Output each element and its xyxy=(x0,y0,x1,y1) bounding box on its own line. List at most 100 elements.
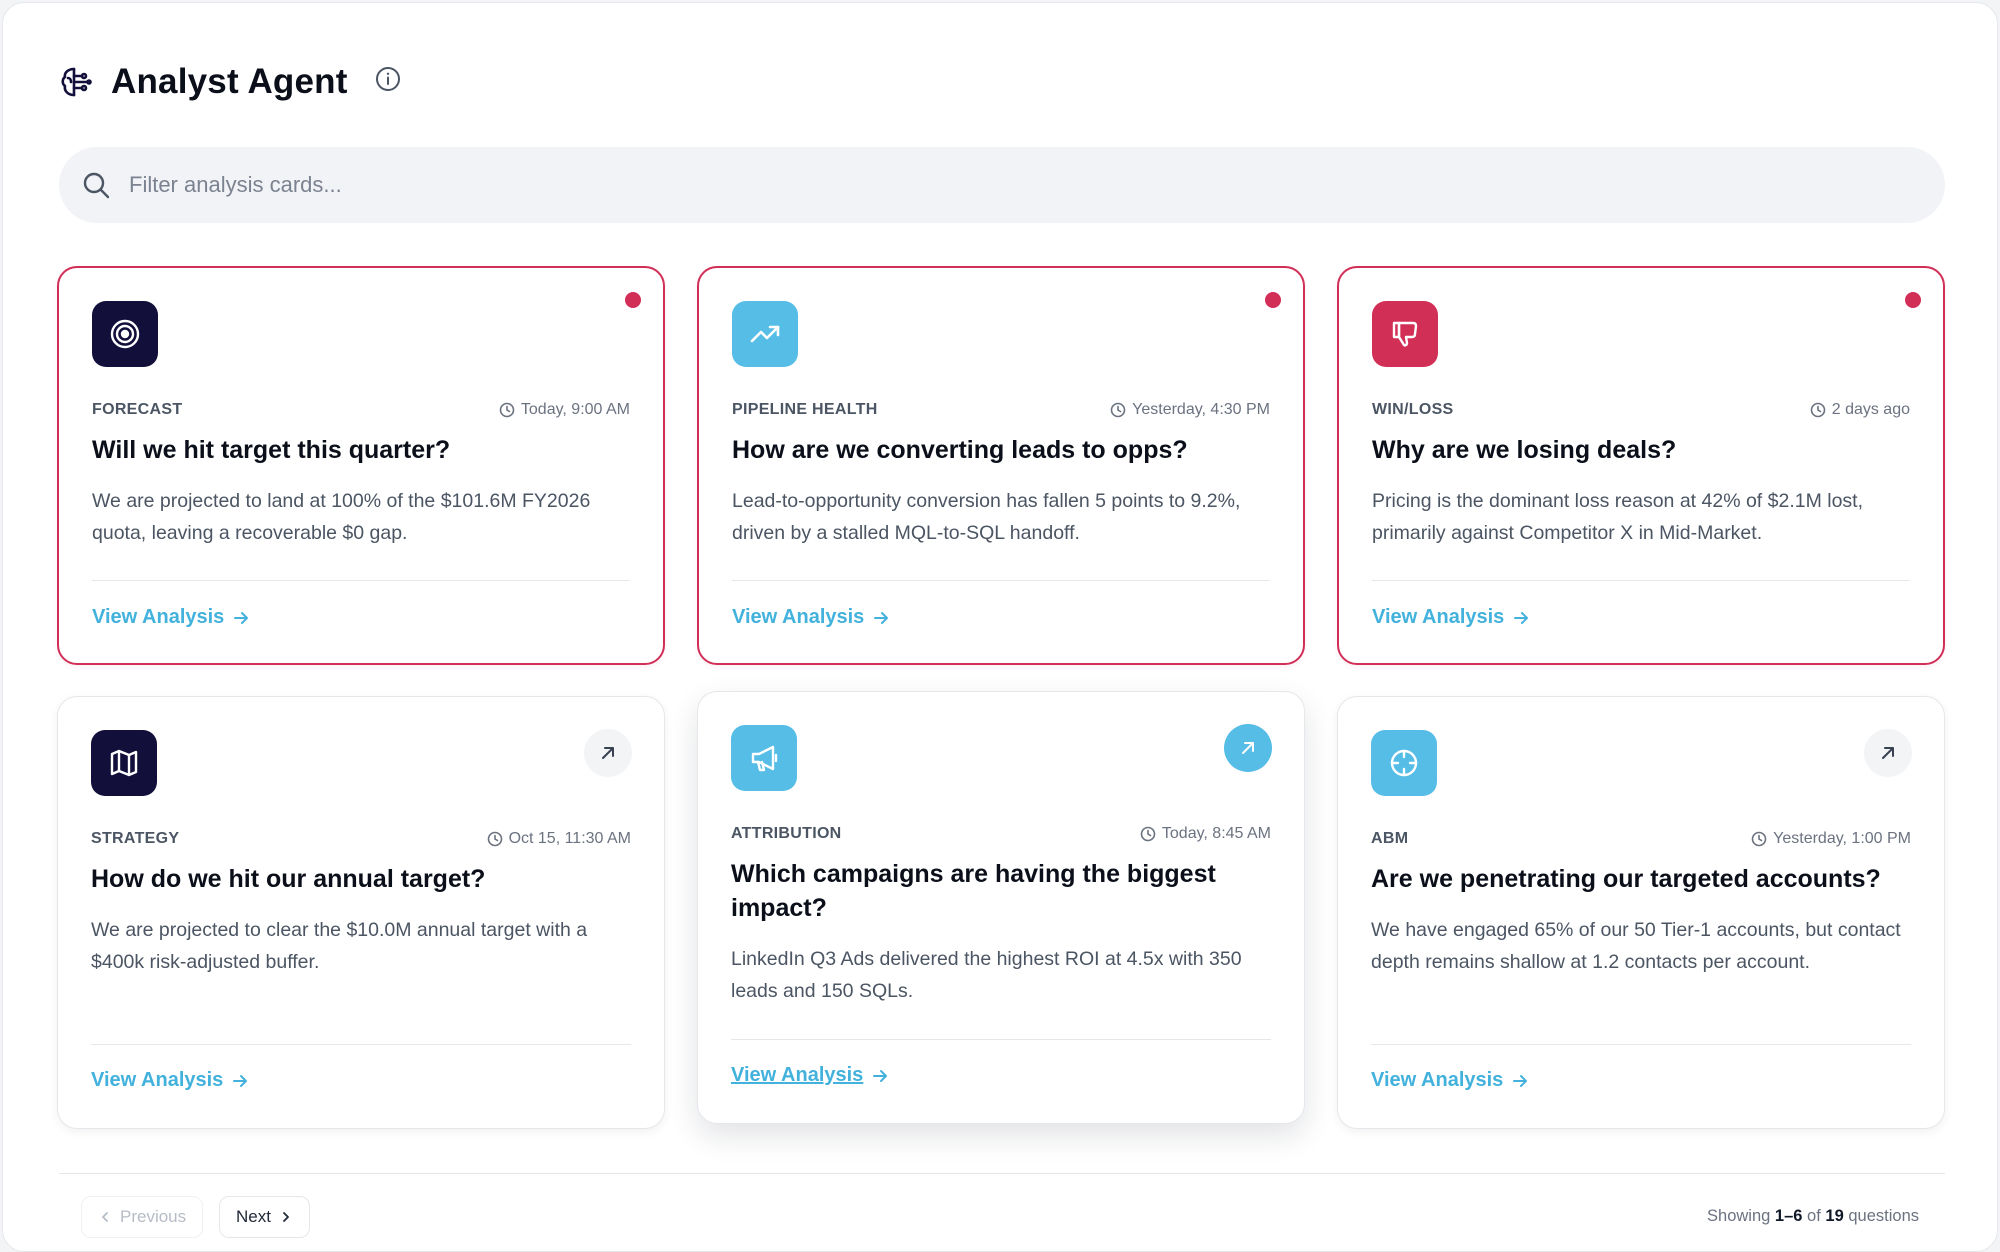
arrow-right-icon xyxy=(873,1069,888,1082)
card-description: LinkedIn Q3 Ads delivered the highest RO… xyxy=(731,948,1242,1002)
clock-icon xyxy=(499,402,515,418)
open-card-button[interactable] xyxy=(1864,729,1912,777)
card-category: WIN/LOSS xyxy=(1372,401,1454,418)
card-divider xyxy=(92,580,630,581)
view-analysis-link[interactable]: View Analysis xyxy=(92,606,250,629)
arrow-right-icon xyxy=(1513,1074,1528,1087)
analysis-card-win-loss[interactable]: WIN/LOSS 2 days ago Why are we losing de… xyxy=(1337,266,1945,665)
card-icon-tile xyxy=(731,725,797,791)
card-timestamp: Today, 9:00 AM xyxy=(499,401,630,419)
view-analysis-link[interactable]: View Analysis xyxy=(1372,606,1530,629)
card-description: Pricing is the dominant loss reason at 4… xyxy=(1372,490,1864,544)
card-title: Why are we losing deals? xyxy=(1372,436,1677,464)
view-analysis-label: View Analysis xyxy=(732,606,865,628)
card-description: Lead-to-opportunity conversion has falle… xyxy=(732,490,1241,544)
view-analysis-label: View Analysis xyxy=(1371,1069,1504,1091)
card-timestamp: 2 days ago xyxy=(1810,401,1910,419)
clock-icon xyxy=(1810,402,1826,418)
unread-indicator xyxy=(1905,292,1921,308)
next-page-button[interactable]: Next xyxy=(219,1196,310,1238)
card-timestamp: Yesterday, 4:30 PM xyxy=(1110,401,1270,419)
clock-icon xyxy=(1751,831,1767,847)
previous-page-button[interactable]: Previous xyxy=(81,1196,204,1238)
card-title: How do we hit our annual target? xyxy=(91,865,486,893)
arrow-up-right-icon xyxy=(602,747,614,759)
view-analysis-label: View Analysis xyxy=(1372,606,1505,628)
search-input[interactable] xyxy=(129,147,1945,223)
card-icon-tile xyxy=(92,301,158,367)
card-meta: STRATEGY Oct 15, 11:30 AM xyxy=(91,830,631,848)
card-meta: ATTRIBUTION Today, 8:45 AM xyxy=(731,825,1271,843)
showing-of: of xyxy=(1807,1207,1821,1225)
card-divider xyxy=(91,1044,631,1045)
view-analysis-label: View Analysis xyxy=(92,606,225,628)
card-meta: ABM Yesterday, 1:00 PM xyxy=(1371,830,1911,848)
card-category: PIPELINE HEALTH xyxy=(732,401,878,418)
open-card-button[interactable] xyxy=(1224,724,1272,772)
card-category: ATTRIBUTION xyxy=(731,825,842,842)
view-analysis-label: View Analysis xyxy=(731,1064,864,1086)
card-icon-tile xyxy=(1372,301,1438,367)
analysis-card-strategy[interactable]: STRATEGY Oct 15, 11:30 AM How do we hit … xyxy=(57,696,665,1129)
clock-icon xyxy=(1140,826,1156,842)
card-divider xyxy=(1372,580,1910,581)
card-title: How are we converting leads to opps? xyxy=(732,436,1188,464)
view-analysis-link[interactable]: View Analysis xyxy=(731,1064,889,1087)
info-icon[interactable] xyxy=(374,65,402,93)
clock-icon xyxy=(1110,402,1126,418)
crosshair-icon xyxy=(1390,749,1418,777)
card-category: STRATEGY xyxy=(91,830,180,847)
card-divider xyxy=(732,580,1270,581)
footer-divider xyxy=(59,1173,1945,1174)
card-timestamp: Oct 15, 11:30 AM xyxy=(487,830,631,848)
brain-icon xyxy=(61,67,92,97)
clock-icon xyxy=(487,831,502,847)
open-card-button[interactable] xyxy=(584,729,632,777)
card-time-text: 2 days ago xyxy=(1831,401,1910,418)
thumbs-down-icon xyxy=(1392,321,1418,347)
results-summary: Showing 1–6 of 19 questions xyxy=(1707,1207,1919,1226)
analysis-card-pipeline-health[interactable]: PIPELINE HEALTH Yesterday, 4:30 PM How a… xyxy=(697,266,1305,665)
card-time-text: Yesterday, 1:00 PM xyxy=(1773,830,1911,847)
showing-range: 1–6 xyxy=(1774,1207,1803,1225)
arrow-right-icon xyxy=(233,1074,248,1087)
card-meta: WIN/LOSS 2 days ago xyxy=(1372,401,1910,419)
view-analysis-link[interactable]: View Analysis xyxy=(1371,1069,1529,1092)
trending-up-icon xyxy=(750,325,780,343)
megaphone-icon xyxy=(751,745,778,772)
card-timestamp: Today, 8:45 AM xyxy=(1140,825,1271,843)
search-icon xyxy=(83,172,110,199)
analysis-card-forecast[interactable]: FORECAST Today, 9:00 AM Will we hit targ… xyxy=(57,266,665,665)
card-meta: PIPELINE HEALTH Yesterday, 4:30 PM xyxy=(732,401,1270,419)
card-description: We have engaged 65% of our 50 Tier-1 acc… xyxy=(1371,919,1901,973)
card-time-text: Today, 8:45 AM xyxy=(1161,825,1271,842)
showing-total: 19 xyxy=(1825,1207,1844,1225)
chevron-right-icon xyxy=(283,1212,289,1222)
card-title: Will we hit target this quarter? xyxy=(92,436,451,464)
view-analysis-link[interactable]: View Analysis xyxy=(91,1069,249,1092)
card-time-text: Yesterday, 4:30 PM xyxy=(1132,401,1270,418)
search-bar[interactable] xyxy=(59,147,1945,223)
card-divider xyxy=(731,1039,1271,1040)
card-category: FORECAST xyxy=(92,401,183,418)
arrow-up-right-icon xyxy=(1882,747,1894,759)
analysis-card-attribution[interactable]: ATTRIBUTION Today, 8:45 AM Which campaig… xyxy=(697,691,1305,1124)
view-analysis-link[interactable]: View Analysis xyxy=(732,606,890,629)
unread-indicator xyxy=(625,292,641,308)
map-icon xyxy=(110,749,138,777)
showing-prefix: Showing xyxy=(1707,1207,1771,1225)
main-panel: Analyst Agent FORECAST Today, 9:00 AM xyxy=(2,2,1998,1252)
card-icon-tile xyxy=(732,301,798,367)
card-description: We are projected to clear the $10.0M ann… xyxy=(91,919,588,973)
showing-suffix: questions xyxy=(1848,1207,1919,1225)
view-analysis-label: View Analysis xyxy=(91,1069,224,1091)
arrow-up-right-icon xyxy=(1242,742,1254,754)
card-timestamp: Yesterday, 1:00 PM xyxy=(1751,830,1911,848)
card-time-text: Oct 15, 11:30 AM xyxy=(508,830,631,847)
card-icon-tile xyxy=(91,730,157,796)
card-title: Are we penetrating our targeted accounts… xyxy=(1371,865,1881,893)
card-meta: FORECAST Today, 9:00 AM xyxy=(92,401,630,419)
arrow-right-icon xyxy=(234,611,249,624)
page-header: Analyst Agent xyxy=(59,59,402,105)
analysis-card-abm[interactable]: ABM Yesterday, 1:00 PM Are we penetratin… xyxy=(1337,696,1945,1129)
